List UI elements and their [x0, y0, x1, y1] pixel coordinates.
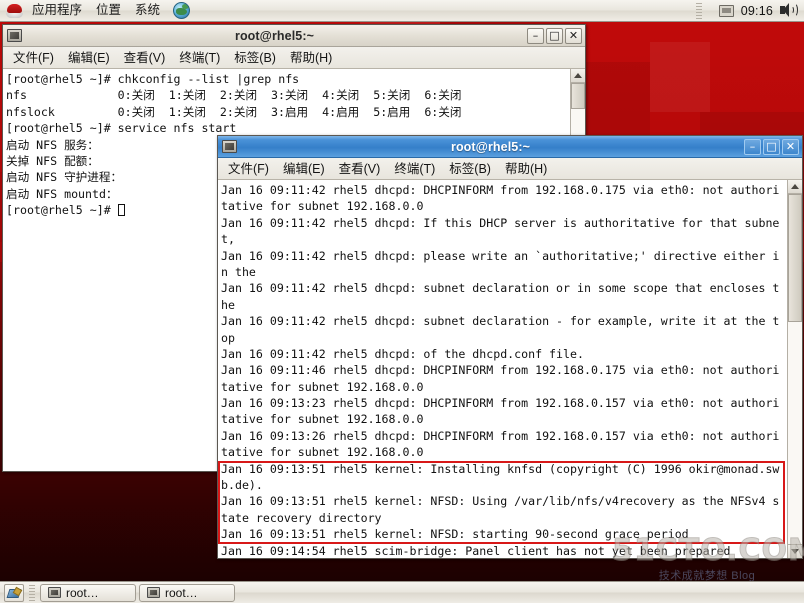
close-button-2[interactable]: ✕	[782, 138, 799, 155]
panel-grip[interactable]	[695, 2, 702, 19]
terminal-area-2[interactable]: Jan 16 09:11:42 rhel5 dhcpd: DHCPINFORM …	[218, 180, 802, 558]
terminal-line: Jan 16 09:13:23 rhel5 dhcpd: DHCPINFORM …	[221, 396, 780, 411]
terminal-output-2[interactable]: Jan 16 09:11:42 rhel5 dhcpd: DHCPINFORM …	[218, 180, 787, 558]
panel-grip[interactable]	[29, 584, 35, 601]
terminal-line: tative for subnet 192.168.0.0	[221, 379, 424, 394]
redhat-logo-icon[interactable]	[5, 3, 24, 19]
clock[interactable]: 09:16	[741, 4, 773, 18]
terminal-line: Jan 16 09:11:46 rhel5 dhcpd: DHCPINFORM …	[221, 363, 780, 378]
menu-tabs-1[interactable]: 标签(B)	[227, 48, 283, 68]
terminal-line: tative for subnet 192.168.0.0	[221, 199, 424, 214]
scroll-thumb-1[interactable]	[571, 83, 585, 109]
system-tray: 09:16	[695, 2, 804, 19]
menu-view-1[interactable]: 查看(V)	[117, 48, 173, 68]
maximize-button-1[interactable]: □	[546, 27, 563, 44]
terminal-line: tate recovery directory	[221, 510, 382, 525]
menu-tabs-2[interactable]: 标签(B)	[442, 159, 498, 179]
terminal-line: Jan 16 09:13:51 rhel5 kernel: NFSD: star…	[221, 527, 689, 542]
scroll-down-button-2[interactable]	[788, 544, 802, 558]
maximize-button-2[interactable]: □	[763, 138, 780, 155]
terminal-line: Jan 16 09:11:42 rhel5 dhcpd: If this DHC…	[221, 215, 780, 230]
terminal-icon	[7, 29, 22, 42]
terminal-cursor	[117, 204, 125, 217]
window-buttons-2: – □ ✕	[744, 138, 799, 155]
places-menu[interactable]: 位置	[89, 0, 128, 21]
terminal-line: nfs 0:关闭 1:关闭 2:关闭 3:关闭 4:关闭 5:关闭 6:关闭	[6, 88, 462, 103]
scroll-track-2[interactable]	[788, 194, 802, 544]
taskbar-label-1: root…	[66, 585, 99, 600]
top-panel: 应用程序 位置 系统 09:16	[0, 0, 804, 22]
terminal-line: tative for subnet 192.168.0.0	[221, 412, 424, 427]
terminal-line: tative for subnet 192.168.0.0	[221, 445, 424, 460]
scroll-up-button-2[interactable]	[788, 180, 802, 194]
menu-file-1[interactable]: 文件(F)	[6, 48, 61, 68]
terminal-line: b.de).	[221, 478, 263, 493]
terminal-line: Jan 16 09:11:42 rhel5 dhcpd: subnet decl…	[221, 281, 780, 296]
terminal-line: Jan 16 09:13:51 rhel5 kernel: NFSD: Usin…	[221, 494, 780, 509]
terminal-line: Jan 16 09:14:54 rhel5 scim-bridge: Panel…	[221, 543, 731, 558]
terminal-line: nfslock 0:关闭 1:关闭 2:关闭 3:启用 4:启用 5:启用 6:…	[6, 104, 462, 119]
menubar-1: 文件(F) 编辑(E) 查看(V) 终端(T) 标签(B) 帮助(H)	[3, 47, 585, 69]
menu-help-1[interactable]: 帮助(H)	[283, 48, 339, 68]
terminal-line: Jan 16 09:13:51 rhel5 kernel: Installing…	[221, 461, 780, 476]
menu-view-2[interactable]: 查看(V)	[332, 159, 388, 179]
system-menu[interactable]: 系统	[128, 0, 167, 21]
menubar-2: 文件(F) 编辑(E) 查看(V) 终端(T) 标签(B) 帮助(H)	[218, 158, 802, 180]
speaker-icon[interactable]	[780, 3, 798, 18]
bottom-panel: root… root…	[0, 581, 804, 603]
display-icon[interactable]	[718, 4, 734, 17]
terminal-line: [root@rhel5 ~]# chkconfig --list |grep n…	[6, 72, 300, 86]
scrollbar-2[interactable]	[787, 180, 802, 558]
menu-terminal-1[interactable]: 终端(T)	[172, 48, 227, 68]
wallpaper-block	[650, 42, 710, 112]
titlebar-2[interactable]: root@rhel5:~ – □ ✕	[218, 136, 802, 158]
terminal-line: op	[221, 330, 235, 345]
terminal-line: n the	[221, 264, 256, 279]
menu-help-2[interactable]: 帮助(H)	[498, 159, 554, 179]
minimize-button-2[interactable]: –	[744, 138, 761, 155]
terminal-icon	[222, 140, 237, 153]
titlebar-1[interactable]: root@rhel5:~ – □ ✕	[3, 25, 585, 47]
taskbar-item-terminal-2[interactable]: root…	[139, 583, 235, 602]
menu-terminal-2[interactable]: 终端(T)	[387, 159, 442, 179]
terminal-line: Jan 16 09:11:42 rhel5 dhcpd: please writ…	[221, 248, 780, 263]
terminal-icon	[48, 587, 61, 598]
applications-menu[interactable]: 应用程序	[25, 0, 89, 21]
globe-icon[interactable]	[173, 2, 191, 19]
scroll-up-button-1[interactable]	[571, 69, 585, 83]
menu-file-2[interactable]: 文件(F)	[221, 159, 276, 179]
window-buttons-1: – □ ✕	[527, 27, 582, 44]
menu-edit-1[interactable]: 编辑(E)	[61, 48, 117, 68]
window-title-2: root@rhel5:~	[450, 139, 531, 154]
minimize-button-1[interactable]: –	[527, 27, 544, 44]
terminal-window-2[interactable]: root@rhel5:~ – □ ✕ 文件(F) 编辑(E) 查看(V) 终端(…	[217, 135, 803, 559]
terminal-line: Jan 16 09:11:42 rhel5 dhcpd: subnet decl…	[221, 314, 780, 329]
menu-edit-2[interactable]: 编辑(E)	[276, 159, 332, 179]
window-title-1: root@rhel5:~	[234, 28, 315, 43]
taskbar-label-2: root…	[165, 585, 198, 600]
scroll-thumb-2[interactable]	[788, 194, 802, 322]
close-button-1[interactable]: ✕	[565, 27, 582, 44]
terminal-line: he	[221, 297, 235, 312]
terminal-line: Jan 16 09:11:42 rhel5 dhcpd: of the dhcp…	[221, 346, 584, 361]
terminal-line: Jan 16 09:11:42 rhel5 dhcpd: DHCPINFORM …	[221, 183, 780, 197]
taskbar-item-terminal-1[interactable]: root…	[40, 583, 136, 602]
terminal-icon	[147, 587, 160, 598]
show-desktop-icon[interactable]	[4, 583, 24, 602]
terminal-line: t,	[221, 232, 235, 247]
terminal-line: Jan 16 09:13:26 rhel5 dhcpd: DHCPINFORM …	[221, 428, 780, 443]
